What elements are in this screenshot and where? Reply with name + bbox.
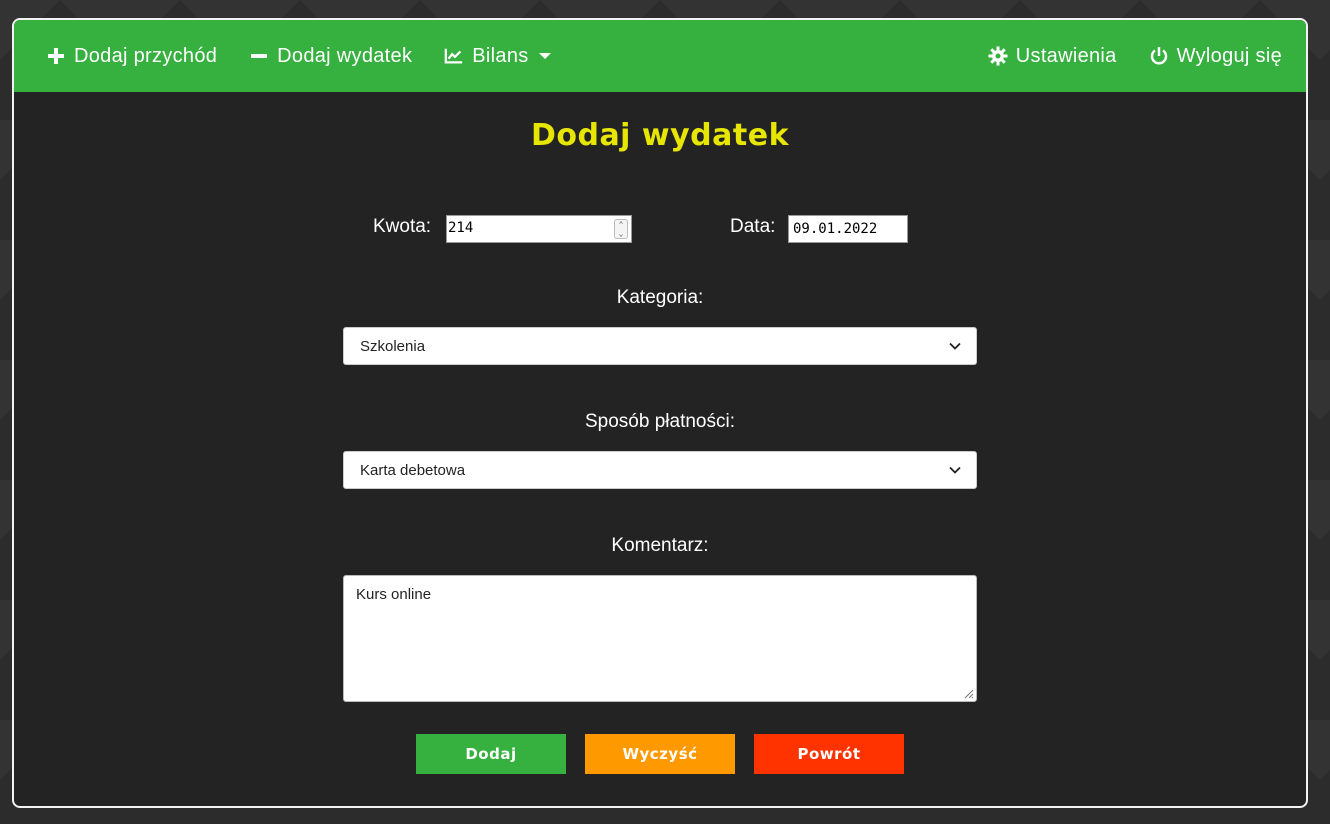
date-label: Data:: [730, 216, 776, 237]
plus-icon: [46, 46, 66, 66]
add-button[interactable]: Dodaj: [416, 734, 566, 774]
nav-add-income[interactable]: Dodaj przychód: [46, 45, 217, 68]
comment-value: Kurs online: [356, 586, 432, 603]
top-navbar: Dodaj przychód Dodaj wydatek Bilans Usta…: [14, 20, 1306, 92]
nav-add-expense[interactable]: Dodaj wydatek: [249, 45, 412, 68]
gear-icon: [988, 46, 1008, 66]
comment-label: Komentarz:: [611, 535, 709, 556]
amount-input[interactable]: 214 ⌃ ⌄: [446, 215, 632, 243]
amount-value: 214: [448, 220, 474, 236]
main-panel: Dodaj przychód Dodaj wydatek Bilans Usta…: [12, 18, 1308, 808]
amount-date-row: Kwota: 214 ⌃ ⌄ Data: 09.01.2022: [14, 214, 1306, 244]
minus-icon: [249, 46, 269, 66]
date-value: 09.01.2022: [793, 221, 878, 237]
chevron-down-icon: [949, 466, 961, 474]
category-label: Kategoria:: [616, 287, 704, 308]
chevron-down-icon: [949, 342, 961, 350]
caret-down-icon: [538, 53, 551, 59]
amount-label: Kwota:: [373, 216, 432, 237]
date-input[interactable]: 09.01.2022: [788, 215, 908, 243]
resize-handle-icon[interactable]: [962, 687, 974, 699]
nav-balance-dropdown[interactable]: Bilans: [444, 44, 551, 68]
category-select[interactable]: Szkolenia: [343, 327, 977, 365]
payment-label: Sposób płatności:: [585, 411, 735, 432]
nav-settings[interactable]: Ustawienia: [988, 45, 1117, 68]
power-icon: [1149, 46, 1169, 66]
number-spinner[interactable]: ⌃ ⌄: [614, 219, 628, 239]
nav-add-income-label: Dodaj przychód: [74, 44, 218, 67]
nav-add-expense-label: Dodaj wydatek: [277, 44, 413, 67]
payment-value: Karta debetowa: [360, 462, 466, 479]
nav-balance-label: Bilans: [472, 44, 529, 67]
payment-method-select[interactable]: Karta debetowa: [343, 451, 977, 489]
nav-settings-label: Ustawienia: [1015, 44, 1117, 67]
nav-logout[interactable]: Wyloguj się: [1149, 45, 1282, 68]
clear-button[interactable]: Wyczyść: [585, 734, 735, 774]
back-button[interactable]: Powrót: [754, 734, 904, 774]
chart-line-icon: [444, 46, 464, 66]
category-value: Szkolenia: [360, 338, 426, 355]
nav-logout-label: Wyloguj się: [1176, 44, 1282, 67]
comment-textarea[interactable]: Kurs online: [343, 575, 977, 702]
page-title: Dodaj wydatek: [530, 118, 790, 153]
